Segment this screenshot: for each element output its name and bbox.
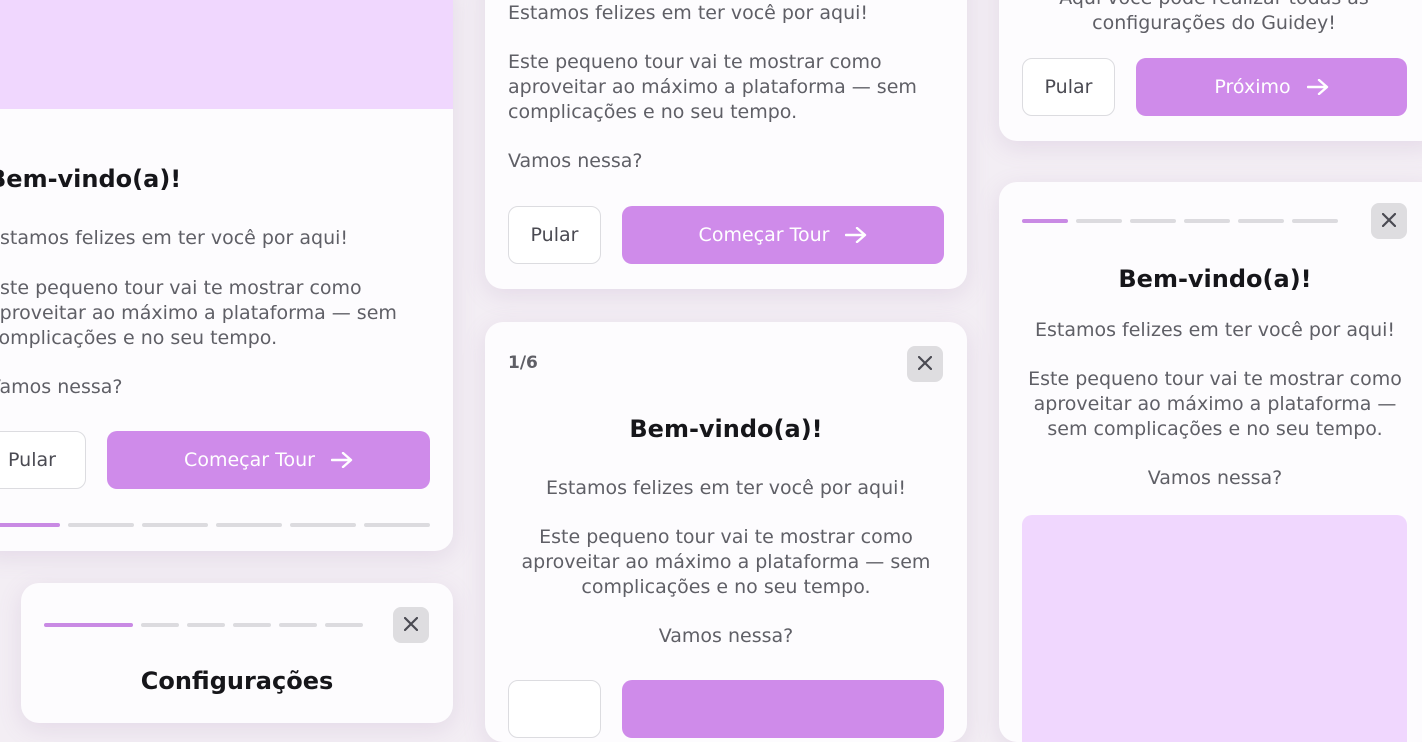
progress-step — [325, 623, 363, 627]
tour-title: Bem-vindo(a)! — [629, 415, 823, 443]
progress-step — [364, 523, 430, 527]
header-image-placeholder — [0, 0, 453, 109]
close-button[interactable] — [1371, 203, 1407, 239]
start-tour-button[interactable]: Começar Tour — [107, 431, 430, 489]
skip-button[interactable]: Pular — [1022, 58, 1115, 116]
close-icon — [1381, 212, 1397, 230]
progress-step — [279, 623, 317, 627]
primary-button-partial[interactable] — [622, 680, 944, 738]
arrow-right-icon — [1306, 79, 1329, 95]
image-placeholder — [1022, 515, 1407, 742]
close-button[interactable] — [907, 346, 943, 382]
close-icon — [403, 616, 419, 634]
start-tour-label: Começar Tour — [698, 224, 830, 246]
skip-button[interactable]: Pular — [0, 431, 86, 489]
progress-step — [1076, 219, 1122, 223]
step-counter: 1/6 — [508, 353, 538, 373]
progress-step-active — [0, 523, 60, 527]
progress-step — [290, 523, 356, 527]
tour-text-description: Este pequeno tour vai te mostrar como ap… — [0, 277, 397, 349]
tour-title: Bem-vindo(a)! — [0, 165, 182, 193]
tour-text-question: Vamos nessa? — [508, 150, 643, 172]
progress-step — [233, 623, 271, 627]
tour-text-description: Este pequeno tour vai te mostrar como ap… — [508, 51, 917, 123]
progress-step — [142, 523, 208, 527]
start-tour-button[interactable]: Começar Tour — [622, 206, 944, 264]
tour-card-settings-right: Aqui você pode realizar todas as configu… — [999, 0, 1422, 141]
skip-button[interactable]: Pular — [508, 206, 601, 264]
tour-text-settings: Aqui você pode realizar todas as configu… — [1059, 0, 1369, 34]
skip-button-partial[interactable] — [508, 680, 601, 738]
progress-step — [1292, 219, 1338, 223]
next-label: Próximo — [1214, 76, 1291, 98]
progress-step — [187, 623, 225, 627]
progress-step-active — [1022, 219, 1068, 223]
tour-text-question: Vamos nessa? — [1147, 467, 1283, 489]
tour-card-welcome-right: Bem-vindo(a)! Estamos felizes em ter voc… — [999, 182, 1422, 742]
tour-text-question: Vamos nessa? — [0, 376, 123, 398]
tour-text-description: Este pequeno tour vai te mostrar como ap… — [521, 526, 931, 598]
progress-step — [216, 523, 282, 527]
arrow-right-icon — [845, 227, 867, 243]
tour-text-greeting: Estamos felizes em ter você por aqui! — [1034, 319, 1396, 341]
tour-card-welcome-middle-top: Estamos felizes em ter você por aqui! Es… — [485, 0, 967, 289]
progress-step-active — [44, 623, 133, 627]
close-button[interactable] — [393, 607, 429, 643]
progress-step — [1184, 219, 1230, 223]
tour-text-question: Vamos nessa? — [658, 625, 794, 647]
close-icon — [917, 355, 933, 373]
start-tour-label: Começar Tour — [184, 449, 315, 471]
tour-text-greeting: Estamos felizes em ter você por aqui! — [0, 227, 349, 249]
tour-text-description: Este pequeno tour vai te mostrar como ap… — [1028, 368, 1402, 440]
tour-title: Configurações — [140, 667, 334, 695]
progress-step — [1238, 219, 1284, 223]
tour-card-welcome-counter: 1/6 Bem-vindo(a)! Estamos felizes em ter… — [485, 322, 967, 742]
tour-title: Bem-vindo(a)! — [1118, 265, 1312, 293]
progress-step — [141, 623, 179, 627]
progress-step — [1130, 219, 1176, 223]
tour-card-settings: Configurações — [21, 583, 453, 723]
tour-card-welcome-left: Bem-vindo(a)! Estamos felizes em ter voc… — [0, 0, 453, 551]
tour-text-greeting: Estamos felizes em ter você por aqui! — [545, 477, 907, 499]
next-button[interactable]: Próximo — [1136, 58, 1407, 116]
progress-step — [68, 523, 134, 527]
tour-text-greeting: Estamos felizes em ter você por aqui! — [508, 2, 869, 24]
arrow-right-icon — [330, 452, 353, 468]
